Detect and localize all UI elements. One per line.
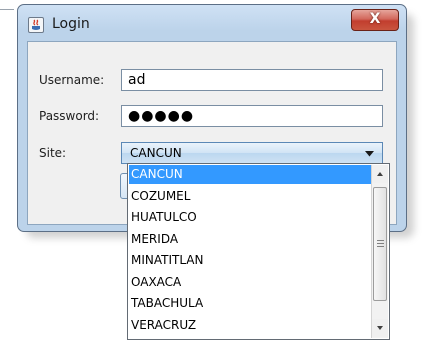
site-selected-value: CANCUN	[130, 146, 182, 160]
dropdown-option[interactable]: MERIDA	[129, 230, 372, 249]
title-bar[interactable]: Login X	[18, 5, 406, 41]
site-combobox[interactable]: CANCUN	[121, 142, 383, 164]
thumb-grip	[377, 243, 384, 244]
scroll-up-button[interactable]	[372, 165, 388, 183]
window-title: Login	[52, 16, 90, 32]
dropdown-option[interactable]: MINATITLAN	[129, 251, 372, 270]
password-label: Password:	[39, 109, 100, 123]
java-app-icon	[28, 17, 44, 33]
close-button[interactable]: X	[351, 9, 399, 31]
site-dropdown-list: CANCUN COZUMEL HUATULCO MERIDA MINATITLAN OAX…	[127, 163, 390, 340]
dropdown-option[interactable]: OAXACA	[129, 273, 372, 292]
scroll-thumb[interactable]	[373, 187, 387, 301]
background-line	[0, 9, 14, 10]
scroll-down-button[interactable]	[372, 319, 388, 337]
dropdown-option[interactable]: HUATULCO	[129, 208, 372, 227]
dropdown-option[interactable]: CANCUN	[129, 165, 372, 184]
username-field[interactable]: ad	[121, 69, 383, 91]
dropdown-option[interactable]: VERACRUZ	[129, 316, 372, 335]
dropdown-option[interactable]: TABACHULA	[129, 294, 372, 313]
site-label: Site:	[39, 146, 67, 160]
dropdown-option[interactable]: COZUMEL	[129, 187, 372, 206]
thumb-grip	[377, 246, 384, 247]
chevron-down-icon	[365, 151, 374, 157]
thumb-grip	[377, 240, 384, 241]
dropdown-scrollbar[interactable]	[371, 165, 388, 338]
username-label: Username:	[39, 73, 105, 87]
chevron-down-icon	[377, 326, 383, 330]
password-field[interactable]: ●●●●●	[121, 105, 383, 127]
chevron-up-icon	[377, 172, 383, 176]
